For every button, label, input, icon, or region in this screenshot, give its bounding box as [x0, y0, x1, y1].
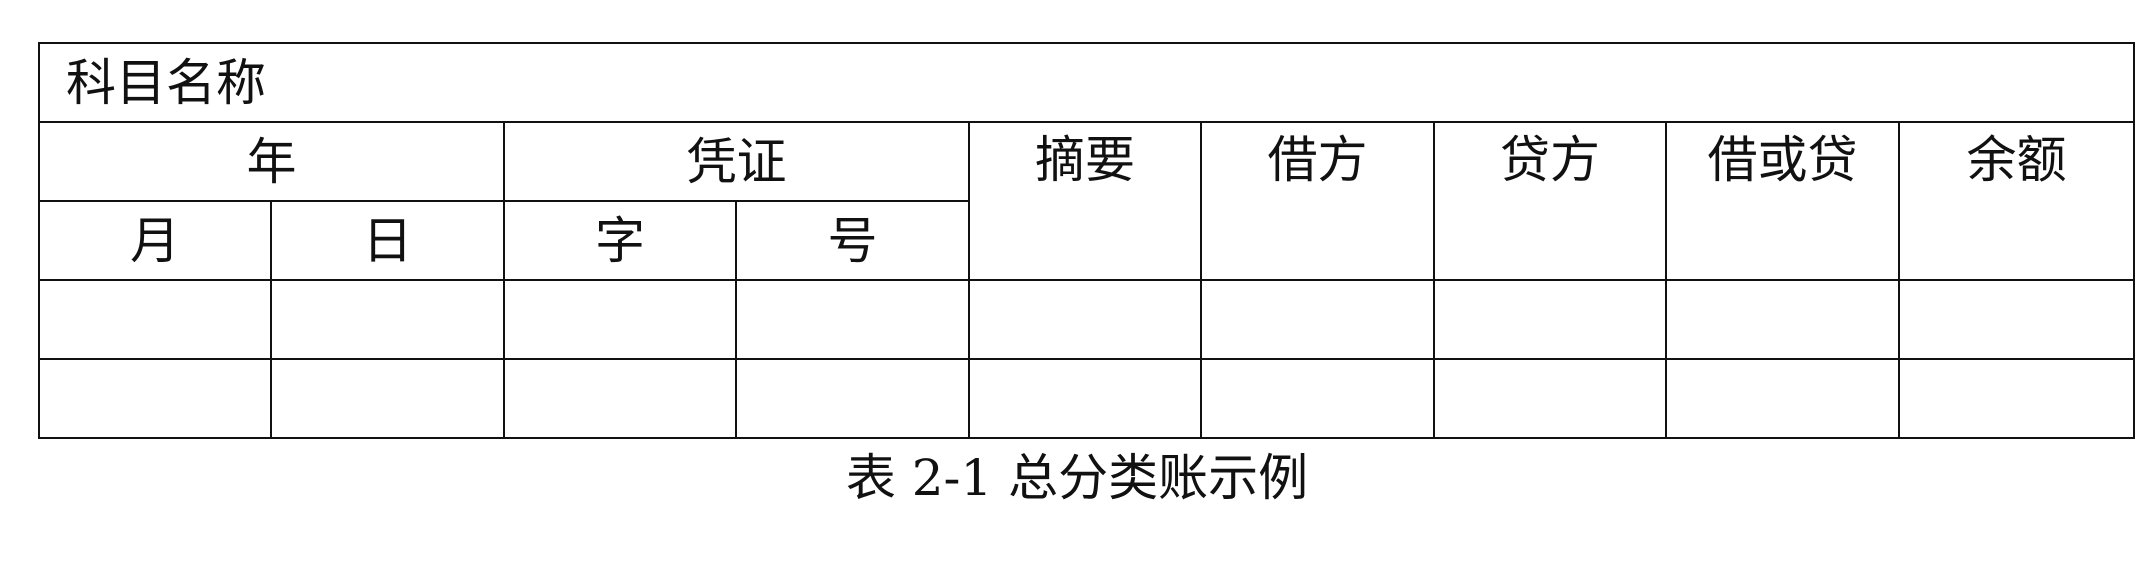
table-cell — [1433, 358, 1667, 439]
table-cell — [1665, 358, 1900, 439]
header-day: 日 — [270, 200, 505, 281]
table-cell — [503, 279, 737, 360]
header-credit: 贷方 — [1433, 121, 1667, 281]
table-cell — [1200, 279, 1435, 360]
header-voucher: 凭证 — [503, 121, 970, 202]
table-cell — [735, 358, 970, 439]
header-year: 年 — [38, 121, 505, 202]
table-cell — [503, 358, 737, 439]
header-debit-or-credit: 借或贷 — [1665, 121, 1900, 281]
table-cell — [735, 279, 970, 360]
account-name-cell: 科目名称 — [37, 42, 2136, 123]
table-cell — [270, 279, 505, 360]
header-summary: 摘要 — [968, 121, 1202, 281]
header-voucher-number: 号 — [735, 200, 970, 281]
header-month: 月 — [38, 200, 272, 281]
header-balance: 余额 — [1897, 121, 2136, 281]
table-cell — [270, 358, 505, 439]
table-cell — [968, 358, 1202, 439]
header-voucher-type: 字 — [503, 200, 737, 281]
table-cell — [38, 358, 272, 439]
document-page: 科目名称 年 凭证 摘要 借方 贷方 借或贷 余额 月 日 字 号 表 2-1 … — [0, 0, 2154, 566]
table-cell — [968, 279, 1202, 360]
table-row — [38, 279, 2136, 360]
header-debit: 借方 — [1200, 121, 1435, 281]
table-title-row: 科目名称 — [37, 42, 2136, 123]
table-cell — [1665, 279, 1900, 360]
general-ledger-table: 科目名称 年 凭证 摘要 借方 贷方 借或贷 余额 月 日 字 号 — [37, 42, 2136, 439]
table-cell — [1897, 279, 2136, 360]
table-cell — [1200, 358, 1435, 439]
table-caption: 表 2-1 总分类账示例 — [845, 449, 1309, 507]
table-row — [38, 358, 2136, 439]
table-header-row-1: 年 凭证 摘要 借方 贷方 借或贷 余额 — [38, 121, 2136, 281]
table-cell — [1897, 358, 2136, 439]
table-cell — [38, 279, 272, 360]
table-cell — [1433, 279, 1667, 360]
